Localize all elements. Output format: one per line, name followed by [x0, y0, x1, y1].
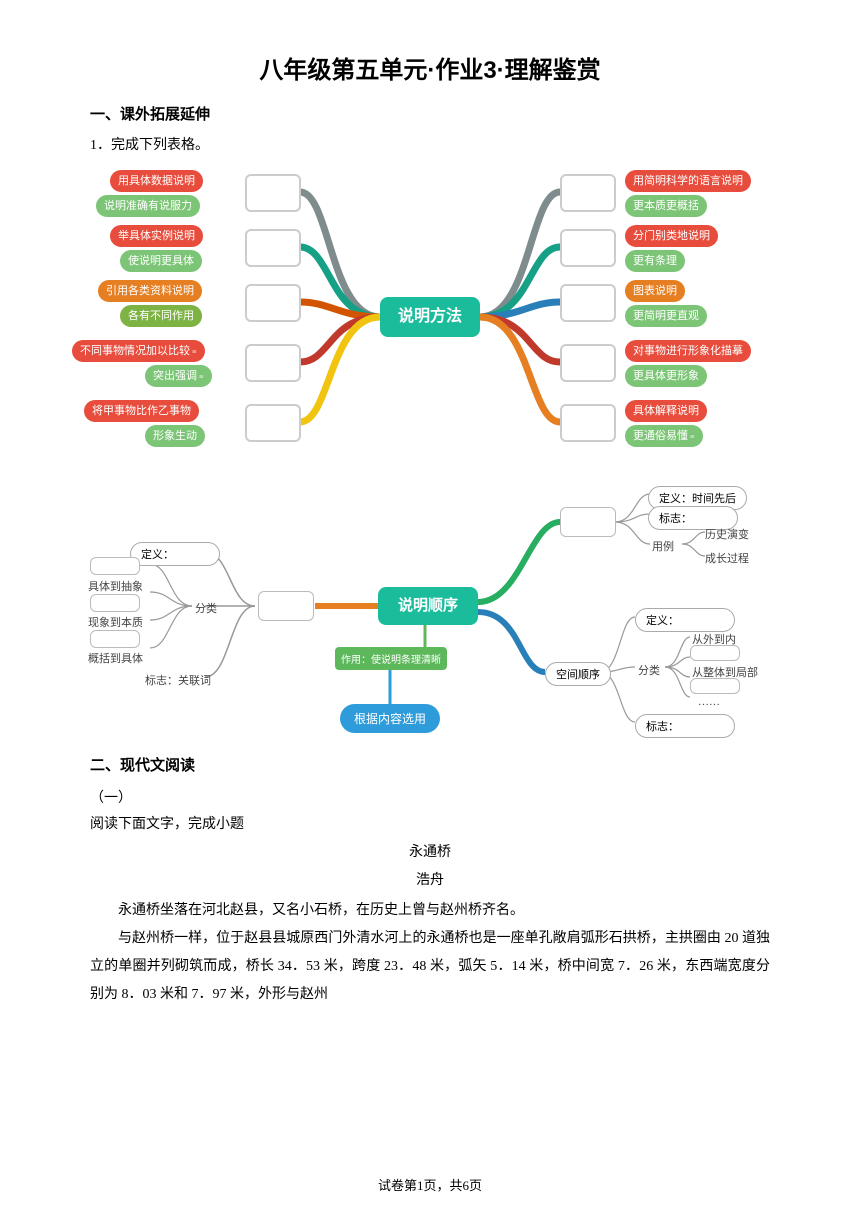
mm1-r0-bot: 更本质更概括: [625, 195, 707, 217]
mm1-r4-top: 具体解释说明: [625, 400, 707, 422]
mm1-l4-top: 将甲事物比作乙事物: [84, 400, 199, 422]
mindmap-order: 说明顺序 定义： 分类 具体到抽象 现象到本质 概括到具体 标志：关联词 作用：…: [90, 482, 770, 742]
mm1-l1-bot: 使说明更具体: [120, 250, 202, 272]
reading-lead: 阅读下面文字，完成小题: [90, 813, 770, 833]
mm1-r0-top: 用简明科学的语言说明: [625, 170, 751, 192]
mm2-r2-mark: 标志：: [635, 714, 735, 738]
section-2-heading: 二、现代文阅读: [90, 754, 770, 775]
mm1-l3-bot: 突出强调≡: [145, 365, 212, 387]
mm2-r2-node: 空间顺序: [545, 662, 611, 686]
mm2-left-mark: 标志：关联词: [145, 672, 211, 688]
mm1-l4-bot: 形象生动: [145, 425, 205, 447]
mm2-r2-c2b: [690, 678, 740, 694]
mm2-r1-u2: 成长过程: [705, 550, 749, 566]
mm1-l0-bot: 说明准确有说服力: [96, 195, 200, 217]
mm1-l3-box: [245, 344, 301, 382]
subsection-1: （一）: [90, 787, 770, 807]
mm2-action: 作用：使说明条理清晰: [335, 647, 447, 670]
paragraph-1: 永通桥坐落在河北赵县，又名小石桥，在历史上曾与赵州桥齐名。: [90, 897, 770, 925]
mm2-r2-c1b: [690, 645, 740, 661]
mm1-l2-box: [245, 284, 301, 322]
mindmap-methods: 说明方法 用具体数据说明 说明准确有说服力 举具体实例说明 使说明更具体 引用各…: [90, 162, 770, 472]
mm1-l3-top: 不同事物情况加以比较≡: [72, 340, 205, 362]
mm1-r4-bot: 更通俗易懂≡: [625, 425, 703, 447]
mm1-r2-bot: 更简明更直观: [625, 305, 707, 327]
section-1-heading: 一、课外拓展延伸: [90, 103, 770, 124]
mm1-center: 说明方法: [380, 297, 480, 337]
page-title: 八年级第五单元·作业3·理解鉴赏: [90, 50, 770, 85]
mm1-l1-top: 举具体实例说明: [110, 225, 203, 247]
mm2-left-item0-box: [90, 557, 140, 575]
mm2-left-item1: 现象到本质: [88, 614, 143, 630]
mm1-r2-box: [560, 284, 616, 322]
mm1-l2-top: 引用各类资料说明: [98, 280, 202, 302]
mm1-r4-box: [560, 404, 616, 442]
mm2-r2-cat: 分类: [638, 662, 660, 678]
mm2-left-item0: 具体到抽象: [88, 578, 143, 594]
mm2-r2-c3: ……: [698, 696, 720, 708]
mm2-left-item2-box: [90, 630, 140, 648]
mm2-left-def: 定义：: [130, 542, 220, 566]
mm1-l0-top: 用具体数据说明: [110, 170, 203, 192]
mm1-l0-box: [245, 174, 301, 212]
question-1: 1．完成下列表格。: [90, 134, 770, 154]
mm2-blue: 根据内容选用: [340, 704, 440, 733]
mm1-r1-top: 分门别类地说明: [625, 225, 718, 247]
mm1-l1-box: [245, 229, 301, 267]
mm1-r1-box: [560, 229, 616, 267]
mm2-left-item1-box: [90, 594, 140, 612]
mm1-r0-box: [560, 174, 616, 212]
article-author: 浩舟: [90, 869, 770, 889]
paragraph-2: 与赵州桥一样，位于赵县县城原西门外清水河上的永通桥也是一座单孔敞肩弧形石拱桥，主…: [90, 925, 770, 1009]
mm2-center: 说明顺序: [378, 587, 478, 625]
mm1-r2-top: 图表说明: [625, 280, 685, 302]
mm1-r3-bot: 更具体更形象: [625, 365, 707, 387]
article-title: 永通桥: [90, 841, 770, 861]
mm2-r1-box: [560, 507, 616, 537]
mm2-r1-use: 用例: [652, 538, 674, 554]
page-footer: 试卷第1页，共6页: [0, 1175, 860, 1194]
mm2-left-item2: 概括到具体: [88, 650, 143, 666]
mm1-r1-bot: 更有条理: [625, 250, 685, 272]
mm2-left-cat: 分类: [195, 600, 217, 616]
mm2-r2-def: 定义：: [635, 608, 735, 632]
mm1-l2-bot: 各有不同作用: [120, 305, 202, 327]
mm2-left-box: [258, 591, 314, 621]
mm1-r3-top: 对事物进行形象化描摹: [625, 340, 751, 362]
mm1-r3-box: [560, 344, 616, 382]
mm1-l4-box: [245, 404, 301, 442]
mm2-r1-u1: 历史演变: [705, 526, 749, 542]
